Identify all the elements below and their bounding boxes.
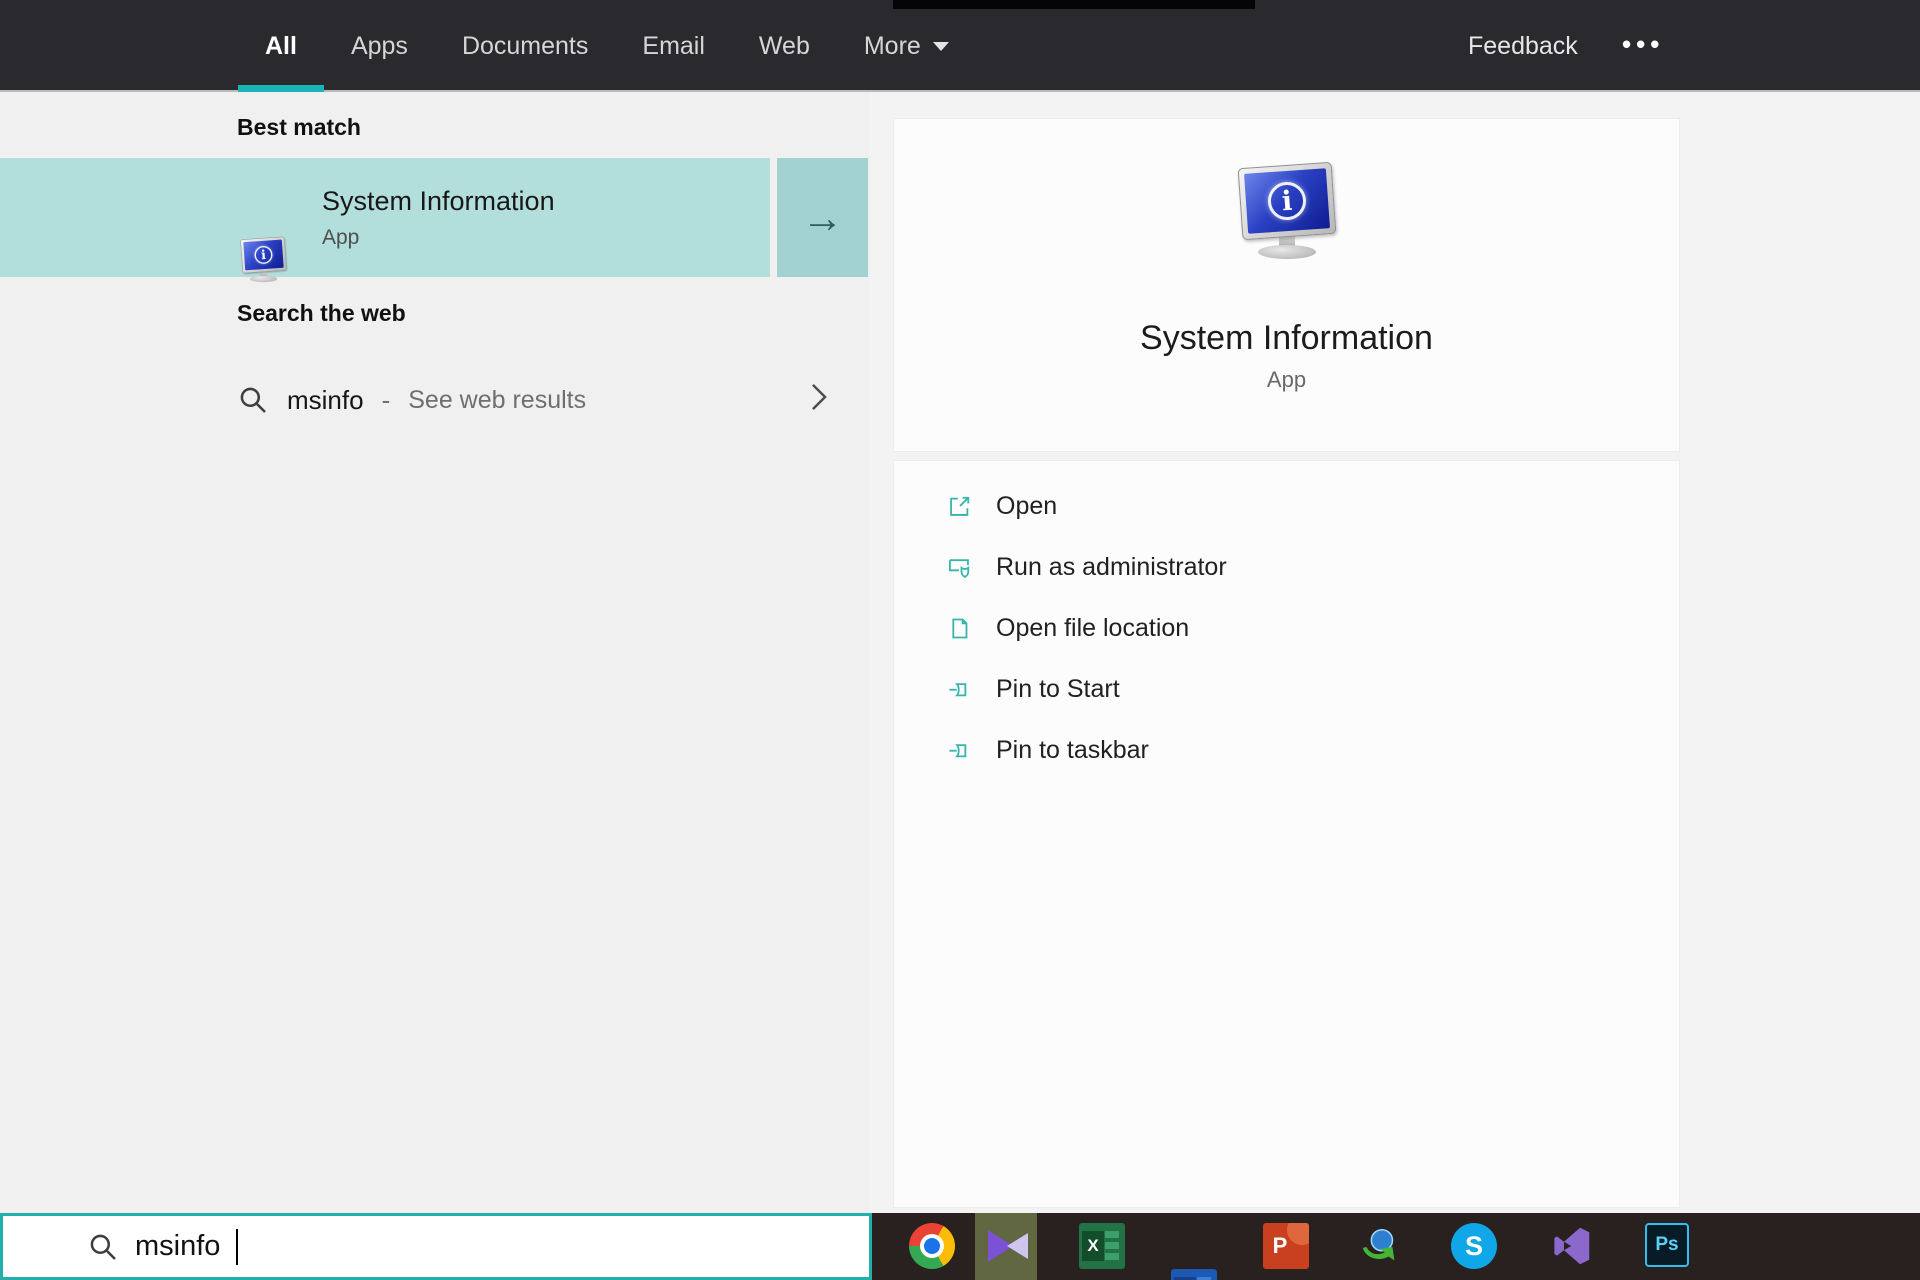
web-query-text: msinfo [287,384,364,415]
kmplayer-right-triangle [1007,1233,1028,1259]
tab-all[interactable]: All [238,0,324,92]
tab-web[interactable]: Web [732,0,837,92]
info-glyph: i [1280,185,1294,217]
taskbar-visual-studio-icon[interactable] [1549,1223,1595,1269]
taskbar-kmplayer-icon[interactable] [985,1223,1031,1269]
tab-email-label: Email [642,31,705,60]
best-match-header: Best match [237,114,361,140]
taskbar-powerpoint-icon[interactable]: P [1263,1223,1309,1269]
action-pin-taskbar-label: Pin to taskbar [996,735,1149,764]
web-search-suggestion[interactable]: msinfo - See web results [237,376,586,424]
web-results-text: See web results [408,385,587,414]
search-icon [240,387,266,413]
excel-letter: X [1082,1231,1104,1261]
taskbar-word-icon[interactable]: W [1171,1269,1217,1280]
info-glyph: i [260,247,267,263]
powerpoint-letter: P [1272,1233,1288,1258]
action-open-label: Open [996,491,1058,520]
action-open-file-location[interactable]: Open file location [946,608,1189,648]
best-match-result[interactable]: i System Information App [0,158,770,283]
arrow-right-icon: → [801,193,844,241]
taskbar-photoshop-icon[interactable]: Ps [1645,1223,1689,1267]
pin-icon [949,743,967,757]
tab-web-label: Web [758,31,810,60]
windows-search-flyout: All Apps Documents Email Web More Feedba… [0,0,1920,1280]
taskbar: X W P S Ps [872,1213,1920,1280]
idm-globe-arrow [1362,1228,1395,1261]
app-preview-card: i System Information App [893,118,1680,452]
taskbar-search-box[interactable]: msinfo [0,1213,872,1280]
app-actions-card: Open Run as administrator Open file loca… [893,460,1680,1208]
web-separator: - [381,384,391,415]
tab-apps[interactable]: Apps [324,0,435,92]
results-panel: Best match i System Information App → Se… [0,92,870,1213]
action-pin-to-taskbar[interactable]: Pin to taskbar [946,730,1149,770]
result-title: System Information [322,186,555,216]
chevron-down-icon [932,41,949,51]
action-file-location-label: Open file location [996,613,1190,642]
taskbar-excel-icon[interactable]: X [1079,1223,1125,1269]
text-cursor [236,1228,239,1265]
taskbar-idm-icon[interactable] [1357,1223,1403,1269]
preview-app-type: App [1266,367,1307,392]
skype-letter: S [1464,1230,1483,1261]
filter-tabs: All Apps Documents Email Web More [238,0,976,92]
tab-apps-label: Apps [350,31,408,60]
action-run-as-administrator[interactable]: Run as administrator [946,547,1227,587]
tab-email[interactable]: Email [615,0,732,92]
search-web-header: Search the web [237,300,406,326]
tab-documents-label: Documents [461,31,589,60]
search-icon [90,1234,116,1260]
visual-studio-logo [1554,1227,1590,1265]
search-input-value: msinfo [135,1230,221,1262]
tab-documents[interactable]: Documents [435,0,615,92]
system-information-app-icon: i [240,236,287,291]
system-information-app-icon-large: i [1237,161,1337,277]
tab-more[interactable]: More [837,0,976,92]
pin-icon [949,682,967,696]
taskbar-chrome-icon[interactable] [909,1223,955,1269]
preview-app-title: System Information [1140,319,1433,357]
chevron-right-icon[interactable] [808,380,830,414]
file-location-icon [952,618,968,638]
tab-more-label: More [863,31,921,60]
action-pin-start-label: Pin to Start [996,674,1120,703]
photoshop-letters: Ps [1655,1234,1679,1255]
action-pin-to-start[interactable]: Pin to Start [946,669,1120,709]
result-type: App [322,226,360,249]
shield-window-icon [949,558,970,578]
tab-all-label: All [265,31,297,60]
open-icon [950,496,970,516]
action-run-admin-label: Run as administrator [996,552,1227,581]
action-open[interactable]: Open [946,486,1057,526]
feedback-button[interactable]: Feedback [1468,0,1578,92]
expand-result-button[interactable]: → [777,158,868,277]
taskbar-skype-icon[interactable]: S [1451,1223,1497,1269]
search-header: All Apps Documents Email Web More Feedba… [0,0,1920,92]
ellipsis-menu-button[interactable]: ••• [1622,0,1664,88]
